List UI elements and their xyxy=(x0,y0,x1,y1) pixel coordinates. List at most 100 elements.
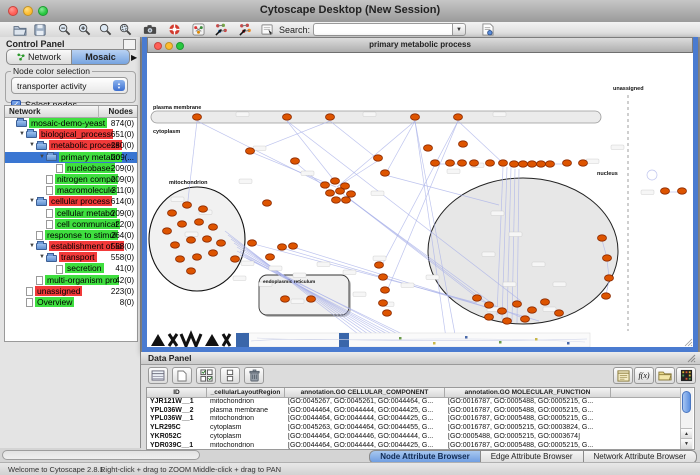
network-node[interactable] xyxy=(381,287,390,293)
table-cell[interactable]: [GO:0005488, GO:0005215, GO:0003674] xyxy=(445,433,611,442)
table-cell[interactable]: YPL036W__1 xyxy=(147,415,207,424)
network-tree-row[interactable]: macromolecule311(0) xyxy=(5,185,137,196)
create-view-icon[interactable] xyxy=(213,23,229,36)
network-node[interactable] xyxy=(375,262,384,268)
snapshot-icon[interactable] xyxy=(142,23,158,36)
network-node[interactable] xyxy=(678,188,687,194)
table-cell[interactable]: YLR295C xyxy=(147,424,207,433)
column-header[interactable]: annotation.GO MOLECULAR_FUNCTION xyxy=(445,388,611,398)
network-node[interactable] xyxy=(176,256,185,262)
table-cell[interactable]: YPL036W__2 xyxy=(147,407,207,416)
table-cell[interactable]: [GO:0016787, GO:0005488, GO:0005215, G..… xyxy=(445,415,611,424)
tab-mosaic[interactable]: Mosaic xyxy=(72,49,130,65)
network-tree-row[interactable]: ▼metabolic process280(0) xyxy=(5,140,137,151)
table-cell[interactable]: [GO:0045267, GO:0045261, GO:0044464, G..… xyxy=(285,398,445,407)
table-cell[interactable]: [GO:0044464, GO:0044444, GO:0044425, G..… xyxy=(285,407,445,416)
network-tree-row[interactable]: mosaic-demo-yeast874(0) xyxy=(5,118,137,129)
column-header[interactable]: annotation.GO CELLULAR_COMPONENT xyxy=(285,388,445,398)
network-tree-row[interactable]: response to stimul264(0) xyxy=(5,230,137,241)
network-node[interactable] xyxy=(486,160,495,166)
table-cell[interactable]: mitochondrion xyxy=(207,398,285,407)
open-session-icon[interactable] xyxy=(12,23,28,36)
canvas-resize-grip-icon[interactable] xyxy=(685,339,692,346)
table-cell[interactable]: [GO:0016787, GO:0005488, GO:0005215, G..… xyxy=(445,398,611,407)
network-tree-row[interactable]: ▼cellular process614(0) xyxy=(5,196,137,207)
tree-expand-icon[interactable]: ▼ xyxy=(28,196,36,207)
scroll-down-icon[interactable]: ▼ xyxy=(681,438,692,449)
zoom-in-icon[interactable] xyxy=(76,23,92,36)
table-cell[interactable]: [GO:0016787, GO:0005488, GO:0005215, G..… xyxy=(445,442,611,451)
network-tree-row[interactable]: ▼establishment of lo558(0) xyxy=(5,241,137,252)
table-cell[interactable]: YKR052C xyxy=(147,433,207,442)
table-cell[interactable]: [GO:0045263, GO:0044464, GO:0044455, G..… xyxy=(285,424,445,433)
network-node[interactable] xyxy=(605,275,614,281)
network-node[interactable] xyxy=(163,228,172,234)
network-node[interactable] xyxy=(603,255,612,261)
network-tree-row[interactable]: multi-organism pro42(0) xyxy=(5,275,137,286)
network-node[interactable] xyxy=(519,161,528,167)
table-cell[interactable]: [GO:0044464, GO:0044444, GO:0044425, G..… xyxy=(285,442,445,451)
network-node[interactable] xyxy=(381,170,390,176)
network-node[interactable] xyxy=(248,240,257,246)
table-cell[interactable]: mitochondrion xyxy=(207,442,285,451)
network-node[interactable] xyxy=(473,295,482,301)
formula-builder-icon[interactable]: f(x) xyxy=(634,367,654,384)
network-tree-row[interactable]: Overview8(0) xyxy=(5,297,137,308)
network-node[interactable] xyxy=(546,161,555,167)
network-node[interactable] xyxy=(424,145,433,151)
network-node[interactable] xyxy=(454,114,463,120)
network-node[interactable] xyxy=(278,244,287,250)
network-node[interactable] xyxy=(379,300,388,306)
network-node[interactable] xyxy=(195,219,204,225)
network-node[interactable] xyxy=(602,293,611,299)
network-canvas[interactable]: plasma membranecytoplasmmitochondrionnuc… xyxy=(147,53,693,347)
network-node[interactable] xyxy=(541,299,550,305)
network-tree-row[interactable]: ▼primary metabo209(... xyxy=(5,152,137,163)
network-node[interactable] xyxy=(431,160,440,166)
network-tree-row[interactable]: nucleobase-209(0) xyxy=(5,163,137,174)
network-node[interactable] xyxy=(347,191,356,197)
more-tabs-icon[interactable]: ▶ xyxy=(131,53,137,62)
table-cell[interactable]: cytoplasm xyxy=(207,433,285,442)
network-node[interactable] xyxy=(193,254,202,260)
import-attributes-icon[interactable] xyxy=(655,367,675,384)
network-tree-row[interactable]: secretion41(0) xyxy=(5,263,137,274)
network-node[interactable] xyxy=(498,308,507,314)
table-cell[interactable]: YDR039C__1 xyxy=(147,442,207,451)
network-node[interactable] xyxy=(379,274,388,280)
table-cell[interactable]: [GO:0044464, GO:0044444, GO:0044425, G..… xyxy=(285,415,445,424)
zoom-out-icon[interactable] xyxy=(56,23,72,36)
node-color-dropdown[interactable]: transporter activity ▲▼ xyxy=(11,77,128,94)
network-node[interactable] xyxy=(187,237,196,243)
network-window-titlebar[interactable]: primary metabolic process xyxy=(147,37,693,53)
network-node[interactable] xyxy=(563,160,572,166)
attribute-editor-icon[interactable] xyxy=(613,367,633,384)
tab-network[interactable]: Network xyxy=(6,49,72,65)
network-node[interactable] xyxy=(521,316,530,322)
network-node[interactable] xyxy=(209,250,218,256)
table-cell[interactable]: [GO:0016787, GO:0005488, GO:0005215, G..… xyxy=(445,407,611,416)
table-cell[interactable]: [GO:0016787, GO:0005215, GO:0003824, G..… xyxy=(445,424,611,433)
tree-expand-icon[interactable]: ▼ xyxy=(38,252,46,263)
network-node[interactable] xyxy=(598,235,607,241)
search-options-icon[interactable] xyxy=(480,23,496,36)
save-session-icon[interactable] xyxy=(32,23,48,36)
tree-expand-icon[interactable]: ▼ xyxy=(28,140,36,151)
table-cell[interactable]: YJR121W__1 xyxy=(147,398,207,407)
tree-expand-icon[interactable]: ▼ xyxy=(18,129,26,140)
table-cell[interactable]: [GO:0044464, GO:0044446, GO:0044444, G..… xyxy=(285,433,445,442)
network-tree-row[interactable]: ▼biological_process651(0) xyxy=(5,129,137,140)
network-node[interactable] xyxy=(661,188,670,194)
tree-expand-icon[interactable]: ▼ xyxy=(38,152,46,163)
network-node[interactable] xyxy=(528,161,537,167)
delete-attribute-icon[interactable] xyxy=(244,367,264,384)
attribute-panel-icon[interactable] xyxy=(148,367,168,384)
network-node[interactable] xyxy=(246,148,255,154)
network-node[interactable] xyxy=(178,221,187,227)
network-tree-row[interactable]: cell communicat22(0) xyxy=(5,219,137,230)
annotation-icon[interactable] xyxy=(259,23,275,36)
network-node[interactable] xyxy=(321,182,330,188)
network-node[interactable] xyxy=(332,197,341,203)
network-tree-header[interactable]: Network Nodes xyxy=(5,106,137,118)
attribute-table[interactable]: ID_cellularLayoutRegionannotation.GO CEL… xyxy=(146,387,695,450)
